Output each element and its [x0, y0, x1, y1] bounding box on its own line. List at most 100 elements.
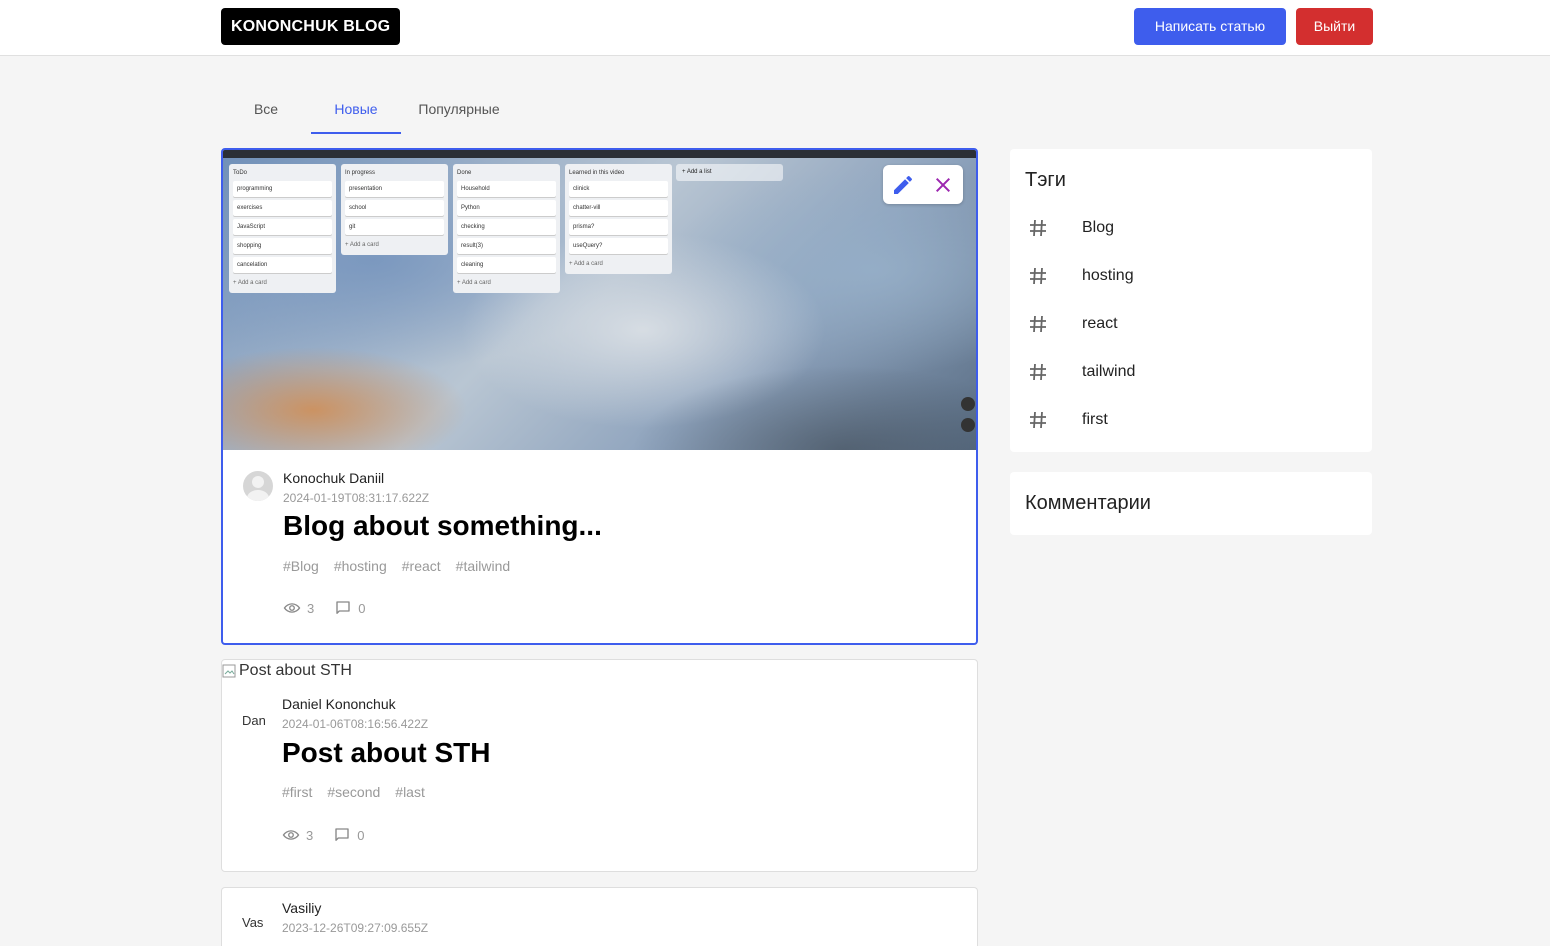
- post-tag[interactable]: #last: [395, 784, 425, 800]
- trello-card: Python: [457, 200, 556, 216]
- trello-list-title: ToDo: [233, 170, 248, 176]
- sidebar-tag-item[interactable]: tailwind: [1010, 348, 1372, 396]
- views-count: 3: [306, 827, 314, 843]
- trello-card: school: [345, 200, 444, 216]
- post-cover-image[interactable]: Post about STH: [222, 660, 352, 682]
- sidebar-tag-label: react: [1082, 315, 1118, 332]
- trello-add-card: + Add a card: [233, 280, 267, 286]
- views-count: 3: [307, 600, 315, 616]
- post-tag[interactable]: #Blog: [283, 558, 319, 574]
- sidebar-tag-label: hosting: [1082, 267, 1134, 284]
- trello-card: useQuery?: [569, 238, 668, 254]
- views-stat: 3: [283, 599, 314, 617]
- write-article-button[interactable]: Написать статью: [1134, 8, 1286, 45]
- trello-list: Done Household Python checking result(3)…: [453, 164, 560, 293]
- avatar: Vas: [242, 902, 272, 932]
- trello-add-list: + Add a list: [676, 164, 783, 181]
- trello-list-title: Learned in this video: [569, 170, 625, 176]
- post-author: Konochuk Daniil: [283, 470, 385, 486]
- avatar: Dan: [242, 700, 272, 730]
- comments-count: 0: [357, 827, 365, 843]
- post-card[interactable]: ToDo programming exercises JavaScript sh…: [221, 148, 978, 645]
- hash-icon: [1030, 363, 1046, 381]
- edit-icon[interactable]: [891, 173, 915, 197]
- post-date: 2024-01-06T08:16:56.422Z: [282, 717, 429, 731]
- trello-card: result(3): [457, 238, 556, 254]
- trello-list: ToDo programming exercises JavaScript sh…: [229, 164, 336, 293]
- post-tag[interactable]: #tailwind: [456, 558, 510, 574]
- post-cover-image[interactable]: ToDo programming exercises JavaScript sh…: [223, 150, 976, 450]
- post-tags: #Blog #hosting #react #tailwind: [283, 558, 510, 574]
- post-date: 2023-12-26T09:27:09.655Z: [282, 921, 429, 935]
- avatar-alt-text: Dan: [242, 713, 266, 728]
- post-card[interactable]: Post about STH Dan Daniel Kononchuk 2024…: [221, 659, 978, 872]
- trello-list: In progress presentation school git + Ad…: [341, 164, 448, 255]
- trello-card: presentation: [345, 181, 444, 197]
- post-tag[interactable]: #first: [282, 784, 312, 800]
- trello-card: cleaning: [457, 257, 556, 273]
- post-stats: 3 0: [283, 599, 385, 617]
- trello-card: shopping: [233, 238, 332, 254]
- site-logo[interactable]: KONONCHUK BLOG: [221, 8, 401, 45]
- tab-popular[interactable]: Популярные: [401, 88, 517, 134]
- trello-list-title: In progress: [345, 170, 376, 176]
- trello-add-card: + Add a card: [569, 261, 603, 267]
- post-tags: #first #second #last: [282, 784, 425, 800]
- hash-icon: [1030, 411, 1046, 429]
- comment-icon: [335, 828, 349, 841]
- tab-new[interactable]: Новые: [311, 88, 401, 134]
- trello-card: JavaScript: [233, 219, 332, 235]
- trello-add-card: + Add a card: [457, 280, 491, 286]
- avatar-alt-text: Vas: [242, 915, 264, 930]
- sidebar-tag-label: Blog: [1082, 219, 1115, 236]
- trello-card: exercises: [233, 200, 332, 216]
- trello-card: checking: [457, 219, 556, 235]
- broken-image-icon: [222, 664, 236, 678]
- comment-icon: [336, 601, 350, 614]
- post-tag[interactable]: #hosting: [334, 558, 387, 574]
- logout-button[interactable]: Выйти: [1296, 8, 1373, 45]
- comments-title: Комментарии: [1025, 492, 1151, 514]
- cover-side-dot: [961, 397, 975, 411]
- eye-icon: [283, 603, 301, 613]
- post-actions: [883, 165, 963, 204]
- comments-stat: 0: [333, 826, 364, 844]
- tab-all[interactable]: Все: [221, 88, 311, 134]
- hash-icon: [1030, 315, 1046, 333]
- post-tag[interactable]: #second: [327, 784, 380, 800]
- trello-card: Household: [457, 181, 556, 197]
- sidebar-tag-item[interactable]: Blog: [1010, 204, 1372, 252]
- comments-count: 0: [358, 600, 366, 616]
- tags-title: Тэги: [1025, 169, 1066, 191]
- sidebar-tag-label: tailwind: [1082, 363, 1136, 380]
- post-author: Vasiliy: [282, 900, 322, 916]
- sidebar-tag-item[interactable]: react: [1010, 300, 1372, 348]
- eye-icon: [282, 830, 300, 840]
- trello-add-card: + Add a card: [345, 242, 379, 248]
- sidebar-tag-item[interactable]: first: [1010, 396, 1372, 444]
- top-header: KONONCHUK BLOG Написать статью Выйти: [0, 0, 1550, 56]
- hash-icon: [1030, 219, 1046, 237]
- cover-side-dot: [961, 418, 975, 432]
- sidebar-tag-item[interactable]: hosting: [1010, 252, 1372, 300]
- post-author: Daniel Kononchuk: [282, 696, 396, 712]
- tags-panel: Тэги Blog hosting react tailwind first: [1010, 149, 1372, 452]
- avatar: [243, 471, 273, 501]
- trello-list-title: Done: [457, 170, 472, 176]
- trello-card: clinick: [569, 181, 668, 197]
- delete-icon[interactable]: [931, 173, 955, 197]
- sidebar-tag-label: first: [1082, 411, 1108, 428]
- post-cover-alt: Post about STH: [239, 662, 352, 679]
- trello-card: chatter-vill: [569, 200, 668, 216]
- comments-panel: Комментарии: [1010, 472, 1372, 535]
- trello-list: Learned in this video clinick chatter-vi…: [565, 164, 672, 274]
- comments-stat: 0: [334, 599, 365, 617]
- post-tag[interactable]: #react: [402, 558, 441, 574]
- post-title[interactable]: Post about STH: [282, 737, 490, 769]
- post-card[interactable]: Vas Vasiliy 2023-12-26T09:27:09.655Z: [221, 887, 978, 946]
- cover-topbar: [223, 150, 976, 158]
- post-title[interactable]: Blog about something...: [283, 510, 602, 542]
- post-stats: 3 0: [282, 826, 384, 844]
- trello-card: cancelation: [233, 257, 332, 273]
- trello-card: prisma?: [569, 219, 668, 235]
